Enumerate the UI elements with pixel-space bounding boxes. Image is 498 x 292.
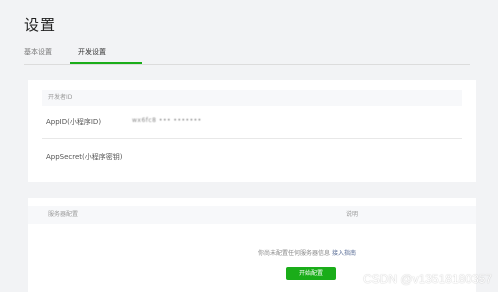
empty-state-text: 你尚未配置任何服务器信息 接入指南 bbox=[258, 248, 356, 257]
settings-tabs: 基本设置 开发设置 bbox=[24, 44, 470, 65]
appid-label: AppID(小程序ID) bbox=[46, 118, 102, 126]
start-config-button[interactable]: 开始配置 bbox=[286, 267, 336, 280]
column-header-server-config: 服务器配置 bbox=[48, 211, 79, 218]
developer-id-card: 开发者ID AppID(小程序ID) wx6fc8 ••• ••••••• Ap… bbox=[28, 80, 476, 182]
active-tab-indicator bbox=[70, 62, 142, 64]
appid-value: wx6fc8 ••• ••••••• bbox=[132, 117, 202, 124]
column-header-description: 说明 bbox=[346, 211, 359, 218]
tab-dev-settings[interactable]: 开发设置 bbox=[78, 47, 106, 57]
server-config-table-header: 服务器配置 说明 bbox=[28, 206, 476, 224]
empty-hint-text: 你尚未配置任何服务器信息 bbox=[258, 250, 331, 257]
page-title: 设置 bbox=[24, 16, 57, 34]
row-divider bbox=[42, 138, 462, 139]
appsecret-label: AppSecret(小程序密钥) bbox=[46, 153, 123, 161]
section-title-developer-id: 开发者ID bbox=[42, 90, 462, 106]
watermark-text: CSDN @v13518180357 bbox=[363, 272, 492, 286]
tab-basic-settings[interactable]: 基本设置 bbox=[24, 47, 52, 57]
access-guide-link[interactable]: 接入指南 bbox=[332, 250, 356, 257]
